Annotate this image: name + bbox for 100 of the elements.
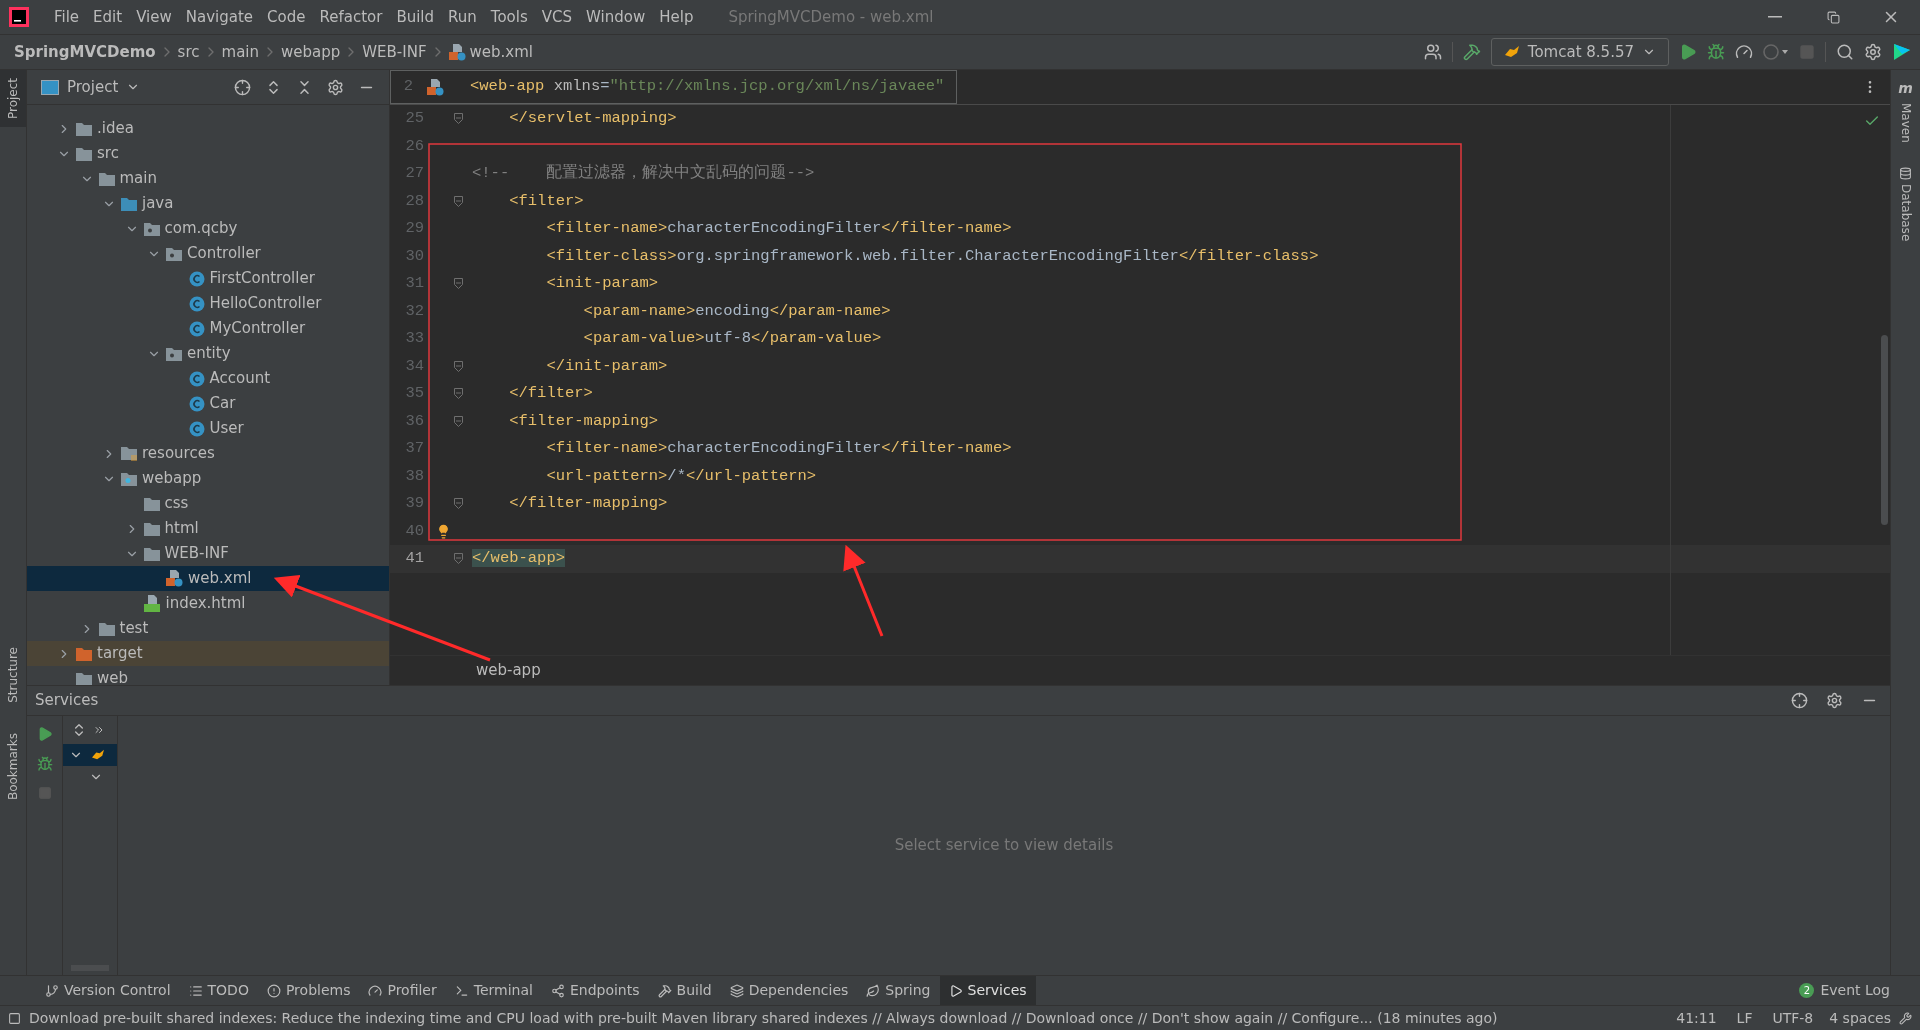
toolbox-logo-icon[interactable] bbox=[1892, 42, 1912, 62]
tree-item[interactable]: .idea bbox=[27, 116, 389, 141]
tree-item[interactable]: entity bbox=[27, 341, 389, 366]
tree-item[interactable]: index.html bbox=[27, 591, 389, 616]
menu-item[interactable]: VCS bbox=[534, 5, 580, 29]
line-number: 26 bbox=[404, 135, 424, 157]
indent-setting[interactable]: 4 spaces bbox=[1829, 1007, 1891, 1029]
tool-window-tab[interactable]: Structure bbox=[4, 647, 22, 703]
tree-item[interactable]: java bbox=[27, 191, 389, 216]
gauge-icon bbox=[368, 983, 383, 998]
tree-item[interactable]: webapp bbox=[27, 466, 389, 491]
tree-item[interactable]: html bbox=[27, 516, 389, 541]
caret-position[interactable]: 41:11 bbox=[1676, 1007, 1717, 1029]
tree-item[interactable]: test bbox=[27, 616, 389, 641]
settings-icon[interactable] bbox=[327, 78, 344, 96]
app-logo-icon bbox=[9, 7, 29, 27]
breadcrumb-item[interactable]: src bbox=[177, 40, 200, 64]
code-line: <filter-class>org.springframework.web.filter.CharacterEncodingFilter</filter-class> bbox=[545, 245, 1319, 267]
xml-file-icon bbox=[448, 43, 466, 61]
tree-item[interactable]: MyController bbox=[27, 316, 389, 341]
run-icon[interactable] bbox=[1679, 43, 1697, 61]
menu-item[interactable]: Help bbox=[652, 5, 701, 29]
tool-window-tab[interactable]: Maven bbox=[1896, 103, 1915, 143]
debug-icon[interactable] bbox=[36, 756, 53, 772]
tool-window-tab[interactable]: Spring bbox=[857, 975, 940, 1006]
minimize-icon bbox=[1768, 16, 1782, 18]
tree-item[interactable]: resources bbox=[27, 441, 389, 466]
tree-item[interactable]: User bbox=[27, 416, 389, 441]
locate-icon[interactable] bbox=[234, 78, 251, 96]
tool-window-tab[interactable]: Problems bbox=[257, 975, 360, 1006]
hammer-icon[interactable] bbox=[1462, 43, 1481, 61]
code-line: <filter> bbox=[508, 190, 584, 212]
breadcrumb-item[interactable]: web-app bbox=[476, 659, 541, 682]
fold-icon[interactable] bbox=[454, 113, 463, 125]
tree-item[interactable]: Controller bbox=[27, 241, 389, 266]
menu-item[interactable]: File bbox=[47, 5, 87, 29]
fold-icon[interactable] bbox=[454, 415, 463, 427]
tool-window-tab[interactable]: Services bbox=[939, 975, 1036, 1006]
terminal-icon bbox=[454, 983, 469, 998]
debug-icon[interactable] bbox=[1707, 43, 1725, 61]
tool-window-tab[interactable]: Profiler bbox=[359, 975, 446, 1006]
tool-window-tab[interactable]: Build bbox=[648, 975, 721, 1006]
line-number: 35 bbox=[404, 383, 424, 405]
tool-window-tab[interactable]: Database bbox=[1896, 183, 1915, 242]
fold-icon[interactable] bbox=[454, 278, 463, 290]
more-icon[interactable] bbox=[93, 724, 105, 736]
menu-item[interactable]: Navigate bbox=[178, 5, 261, 29]
scrollbar-thumb[interactable] bbox=[1881, 335, 1888, 525]
breadcrumb-item[interactable]: web.xml bbox=[469, 40, 533, 64]
line-number: 2 bbox=[402, 76, 413, 98]
menu-item[interactable]: Code bbox=[260, 5, 313, 29]
locate-icon[interactable] bbox=[1791, 692, 1808, 709]
menu-item[interactable]: Run bbox=[441, 5, 484, 29]
tree-item[interactable]: css bbox=[27, 491, 389, 516]
line-number: 29 bbox=[404, 218, 424, 240]
service-tree-item[interactable] bbox=[63, 744, 117, 766]
menu-item[interactable]: Tools bbox=[483, 5, 535, 29]
breadcrumb-item[interactable]: webapp bbox=[281, 40, 341, 64]
leaf-icon bbox=[866, 983, 881, 998]
fold-icon[interactable] bbox=[454, 388, 463, 400]
fold-icon[interactable] bbox=[454, 553, 463, 565]
menu-item[interactable]: Edit bbox=[86, 5, 130, 29]
users-icon[interactable] bbox=[1423, 43, 1442, 61]
tool-window-tab[interactable]: Dependencies bbox=[720, 975, 858, 1006]
settings-icon[interactable] bbox=[1826, 692, 1843, 709]
fold-icon[interactable] bbox=[454, 195, 463, 207]
menu-item[interactable]: Window bbox=[579, 5, 653, 29]
tree-item[interactable]: FirstController bbox=[27, 266, 389, 291]
tool-window-tab[interactable]: Endpoints bbox=[541, 975, 649, 1006]
tool-window-tab[interactable]: Version Control bbox=[36, 975, 180, 1006]
menu-item[interactable]: Refactor bbox=[312, 5, 390, 29]
file-encoding[interactable]: UTF-8 bbox=[1772, 1007, 1814, 1029]
menu-item[interactable]: View bbox=[129, 5, 179, 29]
status-message[interactable]: Download pre-built shared indexes: Reduce the indexing time and CPU load with pre-built Maven library shared indexes // Always download // Download once // Don't show again // Configure... (18 minutes ago) bbox=[29, 1007, 1498, 1029]
fold-icon[interactable] bbox=[454, 498, 463, 510]
breadcrumb-item[interactable]: WEB-INF bbox=[362, 40, 427, 64]
tool-window-tab[interactable]: TODO bbox=[179, 975, 258, 1006]
breadcrumb-item[interactable]: main bbox=[221, 40, 259, 64]
fold-icon[interactable] bbox=[454, 360, 463, 372]
tree-item[interactable]: main bbox=[27, 166, 389, 191]
tool-window-tab[interactable]: Bookmarks bbox=[4, 732, 22, 800]
tree-item[interactable]: com.qcby bbox=[27, 216, 389, 241]
panel-title[interactable]: Project bbox=[67, 75, 119, 99]
tree-item[interactable]: Account bbox=[27, 366, 389, 391]
tree-item[interactable]: WEB-INF bbox=[27, 541, 389, 566]
tree-item[interactable]: web.xml bbox=[27, 566, 389, 591]
lightbulb-icon[interactable] bbox=[436, 523, 451, 539]
breadcrumb-item[interactable]: SpringMVCDemo bbox=[14, 40, 156, 64]
tree-item[interactable]: src bbox=[27, 141, 389, 166]
line-separator[interactable]: LF bbox=[1736, 1007, 1753, 1029]
menu-item[interactable]: Build bbox=[389, 5, 442, 29]
tree-item[interactable]: Car bbox=[27, 391, 389, 416]
settings-icon[interactable] bbox=[1864, 43, 1882, 61]
run-configuration-dropdown[interactable]: Tomcat 8.5.57 bbox=[1490, 38, 1669, 66]
tree-item[interactable]: target bbox=[27, 641, 389, 666]
search-icon[interactable] bbox=[1836, 43, 1854, 61]
tool-window-tab[interactable]: Terminal bbox=[445, 975, 542, 1006]
tree-item[interactable]: HelloController bbox=[27, 291, 389, 316]
tree-item[interactable]: web bbox=[27, 666, 389, 685]
event-log-button[interactable]: 2 Event Log bbox=[1799, 980, 1890, 1001]
